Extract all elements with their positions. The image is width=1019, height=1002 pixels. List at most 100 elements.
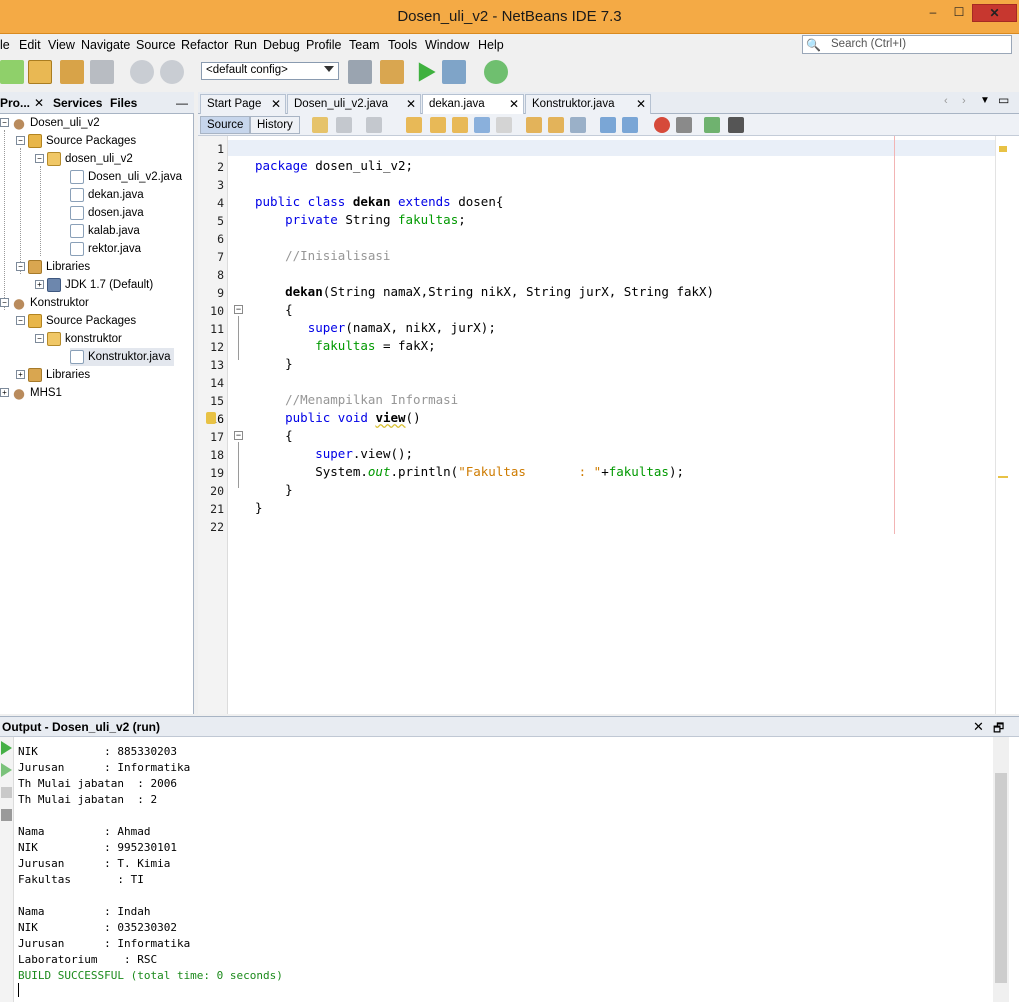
next-bookmark-icon[interactable] xyxy=(548,117,564,133)
run-icon[interactable] xyxy=(418,62,436,82)
maximize-editor-icon[interactable]: ▭ xyxy=(998,93,1009,107)
warning-marker[interactable] xyxy=(999,146,1007,152)
output-scrollbar[interactable] xyxy=(993,737,1009,1002)
fold-toggle-icon[interactable]: − xyxy=(234,431,243,440)
tab-konstruktor[interactable]: Konstruktor.java ✕ xyxy=(525,94,651,114)
search-input[interactable]: 🔍 Search (Ctrl+I) xyxy=(802,35,1012,54)
menu-navigate[interactable]: Navigate xyxy=(81,38,130,52)
menu-file[interactable]: le xyxy=(0,38,10,52)
tab-list-icon[interactable]: ▼ xyxy=(980,95,990,106)
tab-start-page[interactable]: Start Page ✕ xyxy=(200,94,286,114)
back-icon[interactable] xyxy=(336,117,352,133)
comment-icon[interactable] xyxy=(704,117,720,133)
tab-dekan[interactable]: dekan.java ✕ xyxy=(422,94,524,114)
scroll-tabs-left-icon[interactable]: ‹ xyxy=(944,95,948,107)
code-line[interactable]: System.out.println("Fakultas : "+fakulta… xyxy=(255,464,684,479)
code-line[interactable]: //Inisialisasi xyxy=(255,248,390,263)
debug-icon[interactable] xyxy=(442,60,466,84)
code-line[interactable]: } xyxy=(255,356,293,371)
previous-bookmark-icon[interactable] xyxy=(526,117,542,133)
menu-profile[interactable]: Profile xyxy=(306,38,341,52)
override-annotation-icon[interactable] xyxy=(206,412,216,424)
menu-source[interactable]: Source xyxy=(136,38,176,52)
tree-item-project[interactable]: + MHS1 xyxy=(0,384,62,402)
code-line[interactable]: super(namaX, nikX, jurX); xyxy=(255,320,496,335)
menu-run[interactable]: Run xyxy=(234,38,257,52)
tree-item-source-packages[interactable]: − Source Packages xyxy=(16,132,136,150)
open-project-icon[interactable] xyxy=(60,60,84,84)
tree-item-project[interactable]: − Dosen_uli_v2 xyxy=(0,114,100,132)
scrollbar-thumb[interactable] xyxy=(995,773,1007,983)
tree-item-source-packages[interactable]: − Source Packages xyxy=(16,312,136,330)
redo-icon[interactable] xyxy=(160,60,184,84)
minimize-panel-icon[interactable]: — xyxy=(176,96,188,110)
find-next-icon[interactable] xyxy=(452,117,468,133)
menu-team[interactable]: Team xyxy=(349,38,380,52)
menu-debug[interactable]: Debug xyxy=(263,38,300,52)
rerun-icon[interactable] xyxy=(1,741,12,755)
code-line[interactable]: dekan(String namaX,String nikX, String j… xyxy=(255,284,714,299)
toggle-rect-selection-icon[interactable] xyxy=(496,117,512,133)
code-line[interactable]: super.view(); xyxy=(255,446,413,461)
menu-refactor[interactable]: Refactor xyxy=(181,38,228,52)
build-icon[interactable] xyxy=(348,60,372,84)
menu-view[interactable]: View xyxy=(48,38,75,52)
last-edit-icon[interactable] xyxy=(312,117,328,133)
toggle-bookmark-icon[interactable] xyxy=(570,117,586,133)
tree-item-package[interactable]: − konstruktor xyxy=(35,330,122,348)
code-line[interactable]: { xyxy=(255,302,293,317)
code-line[interactable]: fakultas = fakX; xyxy=(255,338,435,353)
clean-build-icon[interactable] xyxy=(380,60,404,84)
close-icon[interactable]: ✕ xyxy=(406,95,416,113)
menu-tools[interactable]: Tools xyxy=(388,38,417,52)
tree-item-file[interactable]: rektor.java xyxy=(70,240,141,258)
code-line[interactable]: public class dekan extends dosen{ xyxy=(255,194,503,209)
menu-window[interactable]: Window xyxy=(425,38,469,52)
config-select[interactable]: <default config> xyxy=(201,62,339,80)
code-line[interactable]: public void view() xyxy=(255,410,421,425)
close-icon[interactable]: ✕ xyxy=(636,95,646,113)
code-line[interactable]: } xyxy=(255,500,263,515)
shift-right-icon[interactable] xyxy=(622,117,638,133)
menu-edit[interactable]: Edit xyxy=(19,38,41,52)
profile-icon[interactable] xyxy=(484,60,508,84)
forward-icon[interactable] xyxy=(366,117,382,133)
source-tab[interactable]: Source xyxy=(200,116,251,134)
tree-item-project[interactable]: − Konstruktor xyxy=(0,294,89,312)
uncomment-icon[interactable] xyxy=(728,117,744,133)
start-macro-icon[interactable] xyxy=(654,117,670,133)
code-line[interactable]: { xyxy=(255,428,293,443)
settings-icon[interactable] xyxy=(1,809,12,821)
tree-item-package[interactable]: − dosen_uli_v2 xyxy=(35,150,133,168)
tree-item-file[interactable]: dekan.java xyxy=(70,186,144,204)
tree-item-file[interactable]: Dosen_uli_v2.java xyxy=(70,168,182,186)
menu-help[interactable]: Help xyxy=(478,38,504,52)
maximize-button[interactable]: ☐ xyxy=(946,4,972,22)
tab-services[interactable]: Services xyxy=(53,96,102,110)
save-all-icon[interactable] xyxy=(90,60,114,84)
find-previous-icon[interactable] xyxy=(430,117,446,133)
tree-item-jdk[interactable]: + JDK 1.7 (Default) xyxy=(35,276,153,294)
code-line[interactable]: } xyxy=(255,482,293,497)
tree-item-file-selected[interactable]: Konstruktor.java xyxy=(70,348,175,366)
tree-item-file[interactable]: kalab.java xyxy=(70,222,140,240)
find-icon[interactable] xyxy=(406,117,422,133)
tab-dosen-uli-v2[interactable]: Dosen_uli_v2.java ✕ xyxy=(287,94,421,114)
tree-item-libraries[interactable]: + Libraries xyxy=(16,366,90,384)
tab-projects[interactable]: Pro... xyxy=(0,96,30,110)
fold-toggle-icon[interactable]: − xyxy=(234,305,243,314)
scroll-tabs-right-icon[interactable]: › xyxy=(962,95,966,107)
close-icon[interactable]: ✕ xyxy=(973,719,984,735)
rerun-with-options-icon[interactable] xyxy=(1,763,12,777)
warning-marker[interactable] xyxy=(998,476,1008,478)
code-line[interactable]: private String fakultas; xyxy=(255,212,466,227)
toggle-highlight-icon[interactable] xyxy=(474,117,490,133)
close-icon[interactable]: ✕ xyxy=(271,95,281,113)
undo-icon[interactable] xyxy=(130,60,154,84)
minimize-button[interactable]: ‒ xyxy=(920,4,946,22)
code-line[interactable]: //Menampilkan Informasi xyxy=(255,392,458,407)
tab-files[interactable]: Files xyxy=(110,96,137,110)
tree-item-file[interactable]: dosen.java xyxy=(70,204,144,222)
new-project-icon[interactable] xyxy=(28,60,52,84)
close-icon[interactable]: ✕ xyxy=(34,96,44,110)
